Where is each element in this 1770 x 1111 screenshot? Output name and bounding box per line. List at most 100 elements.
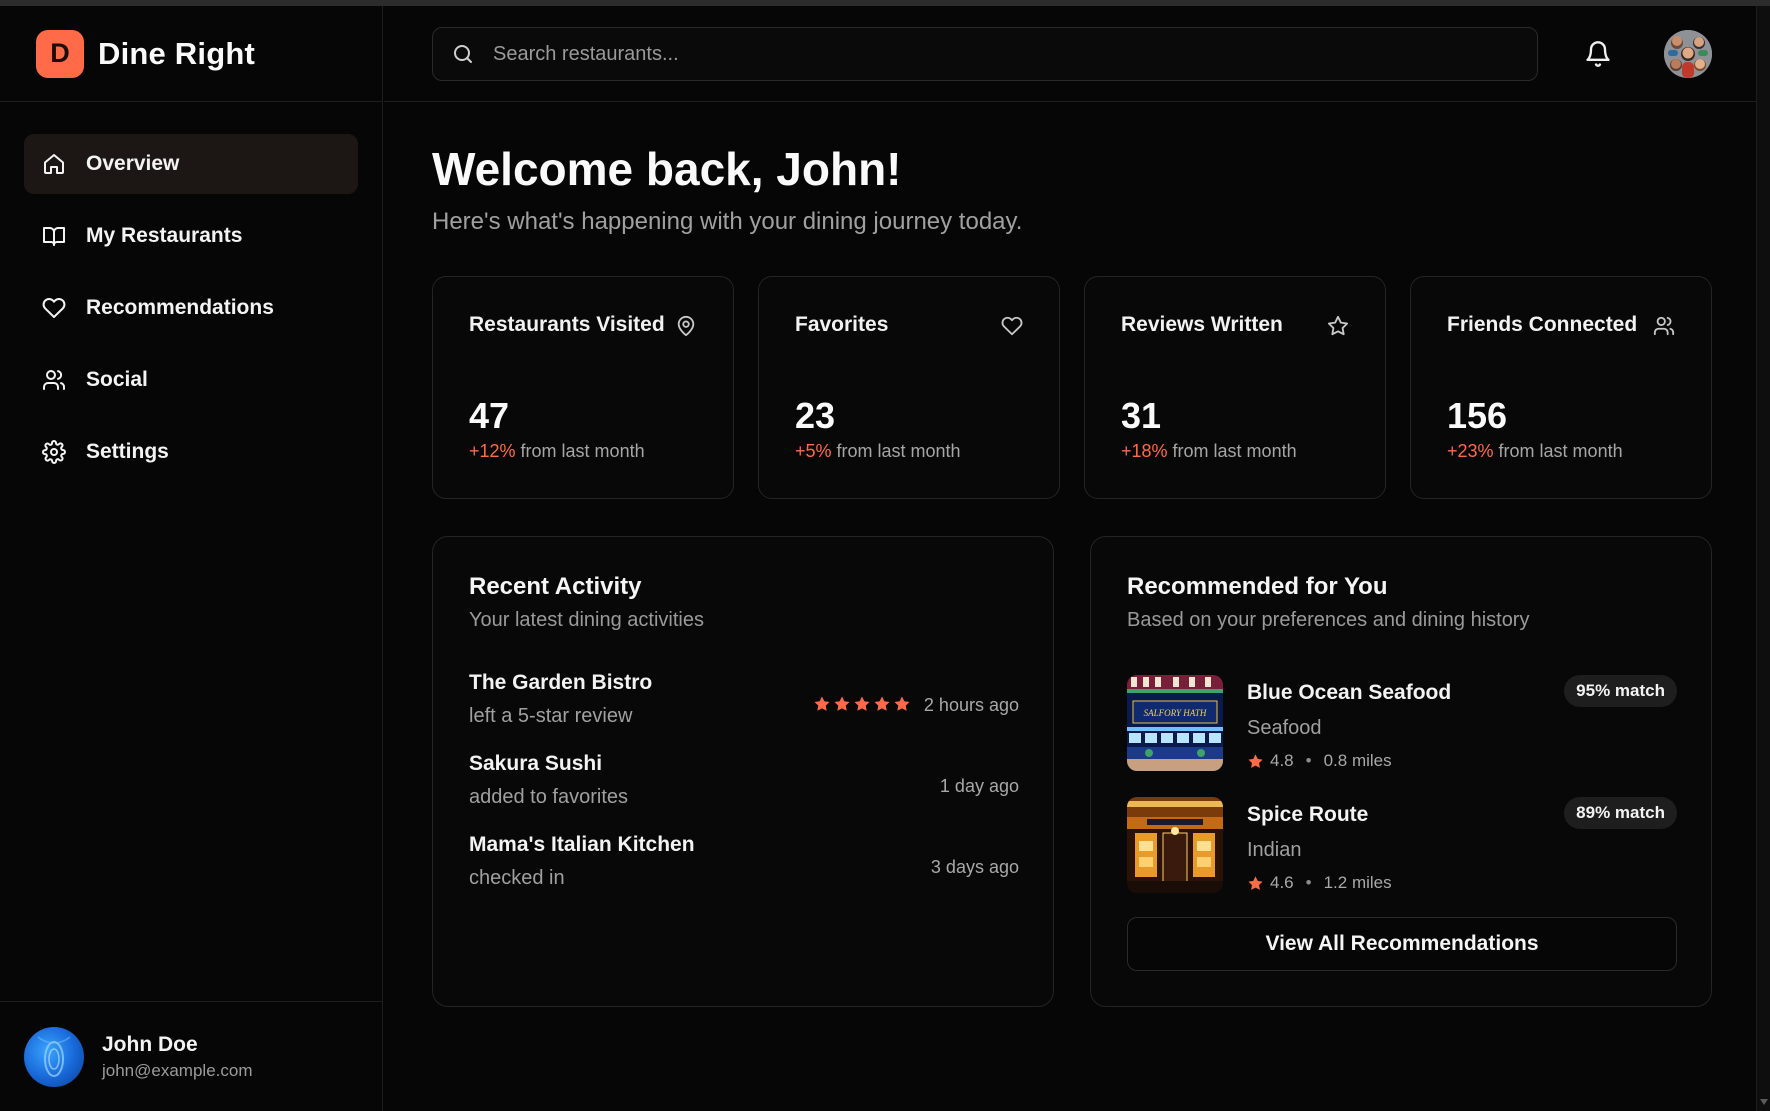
star-icon bbox=[1248, 753, 1263, 768]
restaurant-meta: 4.6 • 1.2 miles bbox=[1247, 873, 1392, 893]
scrollbar[interactable] bbox=[1756, 6, 1770, 1111]
brand-logo: D bbox=[36, 29, 84, 78]
stat-card-friends-connected: Friends Connected 156 +23% from last mon… bbox=[1410, 276, 1712, 499]
sidebar: D Dine Right Overview My Restaurants Rec… bbox=[0, 6, 383, 1111]
stat-value: 156 bbox=[1447, 395, 1508, 436]
stat-change: +5% from last month bbox=[795, 441, 961, 461]
user-profile[interactable]: John Doe john@example.com bbox=[0, 1001, 382, 1111]
sidebar-nav: Overview My Restaurants Recommendations … bbox=[0, 102, 382, 482]
recommendation-item[interactable]: Spice Route Indian 4.6 • 1.2 miles 89% m… bbox=[1127, 797, 1677, 895]
book-open-icon bbox=[43, 227, 65, 246]
brand[interactable]: D Dine Right bbox=[0, 6, 382, 102]
recommendation-item[interactable]: SALFORY HATH Blue Ocean Seafood Seafood … bbox=[1127, 675, 1677, 773]
separator-dot: • bbox=[1305, 751, 1312, 770]
restaurant-name: Spice Route bbox=[1247, 803, 1369, 826]
search-icon bbox=[454, 45, 472, 63]
restaurant-photo: SALFORY HATH bbox=[1127, 675, 1223, 771]
activity-restaurant: Mama's Italian Kitchen bbox=[469, 833, 695, 856]
home-icon bbox=[44, 154, 64, 174]
stat-title: Favorites bbox=[795, 313, 889, 336]
sidebar-item-label: My Restaurants bbox=[86, 224, 243, 247]
users-icon bbox=[1653, 316, 1675, 336]
avatar bbox=[24, 1026, 84, 1087]
stat-title: Friends Connected bbox=[1447, 313, 1638, 336]
page-subtitle: Here's what's happening with your dining… bbox=[432, 208, 1023, 235]
avatar[interactable] bbox=[1664, 30, 1712, 78]
sidebar-item-overview[interactable]: Overview bbox=[24, 134, 358, 194]
heart-icon bbox=[42, 298, 66, 318]
search-input[interactable] bbox=[493, 42, 1493, 66]
stat-change: +12% from last month bbox=[469, 441, 645, 461]
heart-icon bbox=[1001, 316, 1023, 336]
scroll-down-arrow[interactable] bbox=[1760, 1099, 1768, 1105]
match-badge: 95% match bbox=[1564, 675, 1677, 707]
activity-restaurant: The Garden Bistro bbox=[469, 671, 653, 694]
restaurant-cuisine: Indian bbox=[1247, 839, 1302, 861]
main-content: Welcome back, John! Here's what's happen… bbox=[432, 102, 1712, 1007]
sidebar-item-label: Settings bbox=[86, 440, 169, 463]
sidebar-item-settings[interactable]: Settings bbox=[24, 422, 358, 482]
stat-value: 31 bbox=[1121, 395, 1162, 436]
search-bar[interactable] bbox=[432, 27, 1538, 81]
users-icon bbox=[43, 370, 66, 390]
activity-time: 2 hours ago bbox=[923, 695, 1019, 715]
stat-value: 23 bbox=[795, 395, 836, 436]
sidebar-item-my-restaurants[interactable]: My Restaurants bbox=[24, 206, 358, 266]
star-icon bbox=[854, 696, 870, 711]
page-title: Welcome back, John! bbox=[432, 143, 902, 195]
activity-time: 3 days ago bbox=[930, 857, 1019, 877]
bell-icon bbox=[1586, 41, 1610, 67]
stat-change: +18% from last month bbox=[1121, 441, 1297, 461]
stat-card-reviews-written: Reviews Written 31 +18% from last month bbox=[1084, 276, 1386, 499]
top-header bbox=[384, 6, 1756, 102]
stat-card-restaurants-visited: Restaurants Visited 47 +12% from last mo… bbox=[432, 276, 734, 499]
restaurant-name: Blue Ocean Seafood bbox=[1247, 681, 1452, 704]
activity-item[interactable]: Sakura Sushi added to favorites 1 day ag… bbox=[469, 752, 1019, 818]
user-email: john@example.com bbox=[102, 1060, 253, 1080]
sign-text: SALFORY HATH bbox=[1144, 708, 1207, 718]
restaurant-distance: 1.2 miles bbox=[1323, 873, 1392, 892]
panel-title: Recommended for You bbox=[1127, 573, 1388, 600]
star-icon bbox=[814, 696, 830, 711]
user-name: John Doe bbox=[102, 1032, 198, 1056]
star-rating bbox=[813, 695, 911, 713]
sidebar-item-recommendations[interactable]: Recommendations bbox=[24, 278, 358, 338]
panel-title: Recent Activity bbox=[469, 573, 642, 600]
stat-card-favorites: Favorites 23 +5% from last month bbox=[758, 276, 1060, 499]
map-pin-icon bbox=[677, 315, 695, 337]
activity-restaurant: Sakura Sushi bbox=[469, 752, 603, 775]
sidebar-item-label: Social bbox=[86, 368, 148, 391]
sidebar-item-social[interactable]: Social bbox=[24, 350, 358, 410]
restaurant-photo bbox=[1127, 797, 1223, 893]
sidebar-item-label: Recommendations bbox=[86, 296, 274, 319]
stat-change: +23% from last month bbox=[1447, 441, 1623, 461]
activity-item[interactable]: The Garden Bistro left a 5-star review 2… bbox=[469, 671, 1019, 737]
star-icon bbox=[894, 696, 910, 711]
star-icon bbox=[1327, 315, 1349, 336]
separator-dot: • bbox=[1305, 873, 1312, 892]
panel-subtitle: Your latest dining activities bbox=[469, 609, 704, 631]
restaurant-distance: 0.8 miles bbox=[1323, 751, 1392, 770]
view-all-recommendations-button[interactable]: View All Recommendations bbox=[1127, 917, 1677, 971]
stat-title: Restaurants Visited bbox=[469, 313, 665, 336]
stat-title: Reviews Written bbox=[1121, 313, 1283, 336]
activity-description: added to favorites bbox=[469, 786, 628, 808]
star-icon bbox=[834, 696, 850, 711]
gear-icon bbox=[42, 440, 66, 464]
restaurant-rating: 4.6 bbox=[1270, 873, 1294, 892]
brand-name: Dine Right bbox=[98, 35, 255, 71]
recent-activity-panel: Recent Activity Your latest dining activ… bbox=[432, 536, 1054, 1007]
recommendations-panel: Recommended for You Based on your prefer… bbox=[1090, 536, 1712, 1007]
panel-subtitle: Based on your preferences and dining his… bbox=[1127, 609, 1530, 631]
activity-time: 1 day ago bbox=[939, 776, 1019, 796]
restaurant-meta: 4.8 • 0.8 miles bbox=[1247, 751, 1392, 771]
stat-value: 47 bbox=[469, 395, 510, 436]
match-badge: 89% match bbox=[1564, 797, 1677, 829]
star-icon bbox=[1248, 875, 1263, 890]
notifications-button[interactable] bbox=[1584, 40, 1612, 68]
star-icon bbox=[874, 696, 890, 711]
stats-row: Restaurants Visited 47 +12% from last mo… bbox=[432, 276, 1712, 499]
activity-item[interactable]: Mama's Italian Kitchen checked in 3 days… bbox=[469, 833, 1019, 899]
restaurant-rating: 4.8 bbox=[1270, 751, 1294, 770]
sidebar-item-label: Overview bbox=[86, 152, 180, 175]
